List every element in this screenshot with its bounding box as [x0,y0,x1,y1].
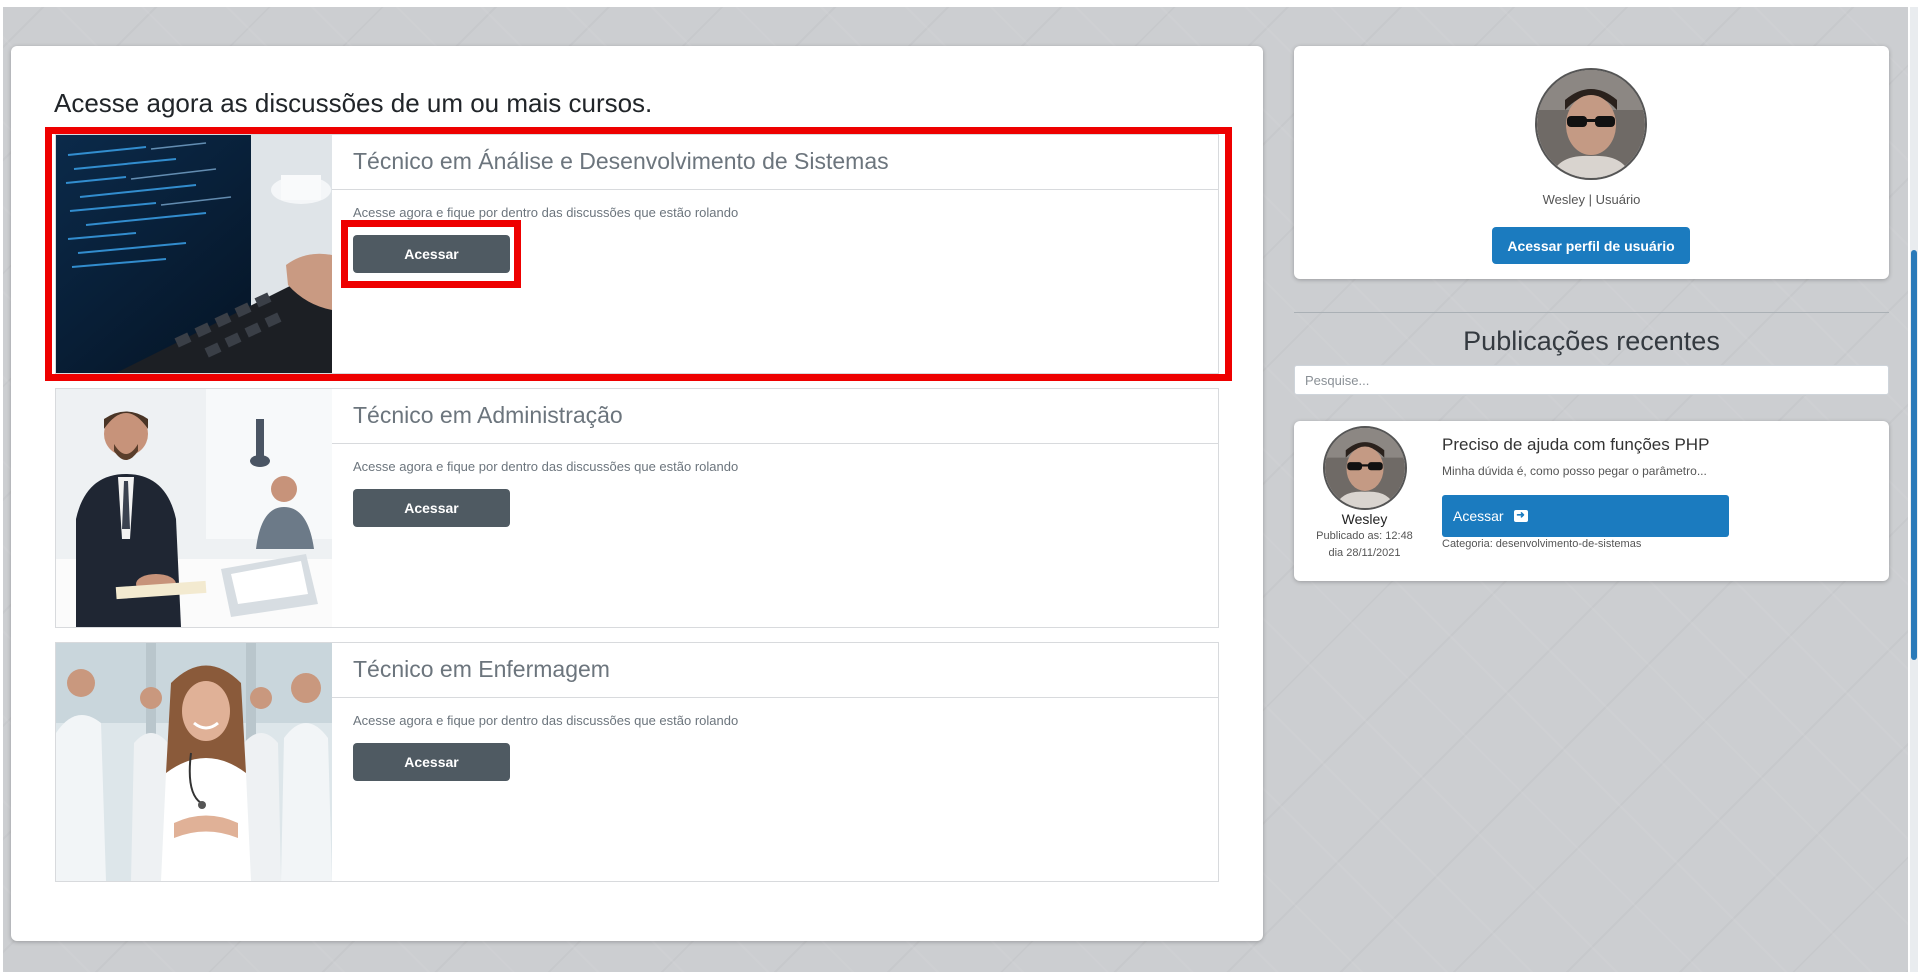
course-description: Acesse agora e fique por dentro das disc… [353,205,739,220]
divider [332,443,1218,444]
nurses-team-photo [56,643,332,881]
post-title: Preciso de ajuda com funções PHP [1442,435,1710,454]
profile-name: Wesley | Usuário [1542,192,1641,207]
course-title: Técnico em Enfermagem [353,656,610,682]
divider [332,697,1218,698]
business-office-photo [56,389,332,627]
page-title: Acesse agora as discussões de um ou mais… [54,88,653,118]
access-course-button[interactable]: Acessar [353,489,510,527]
post-author: Wesley [1341,511,1388,527]
course-card-enfermagem: Técnico em Enfermagem Acesse agora e fiq… [55,642,1219,882]
post-time: Publicado as: 12:48 [1316,530,1413,542]
recent-posts-title: Publicações recentes [1463,326,1720,356]
divider [1294,312,1889,313]
course-title: Técnico em Administração [353,402,623,428]
search-input[interactable] [1294,365,1889,395]
access-post-label: Acessar [1453,508,1504,524]
view-profile-button[interactable]: Acessar perfil de usuário [1492,227,1690,264]
post-author-avatar [1323,426,1407,510]
divider [332,189,1218,190]
access-course-button[interactable]: Acessar [353,743,510,781]
course-description: Acesse agora e fique por dentro das disc… [353,459,739,474]
post-excerpt: Minha dúvida é, como posso pegar o parâm… [1442,464,1707,478]
scrollbar-thumb[interactable] [1911,250,1917,660]
course-description: Acesse agora e fique por dentro das disc… [353,713,739,728]
arrow-right-icon: ➜ [1513,510,1528,522]
avatar [1535,68,1647,180]
post-category: Categoria: desenvolvimento-de-sistemas [1442,538,1642,550]
course-card-administracao: Técnico em Administração Acesse agora e … [55,388,1219,628]
laptop-code-photo [56,135,332,373]
post-date: dia 28/11/2021 [1328,547,1401,559]
access-course-button[interactable]: Acessar [353,235,510,273]
access-post-button[interactable]: Acessar ➜ [1442,495,1729,537]
course-title: Técnico em Ánálise e Desenvolvimento de … [353,148,889,174]
course-card-ads: Técnico em Ánálise e Desenvolvimento de … [55,134,1219,374]
